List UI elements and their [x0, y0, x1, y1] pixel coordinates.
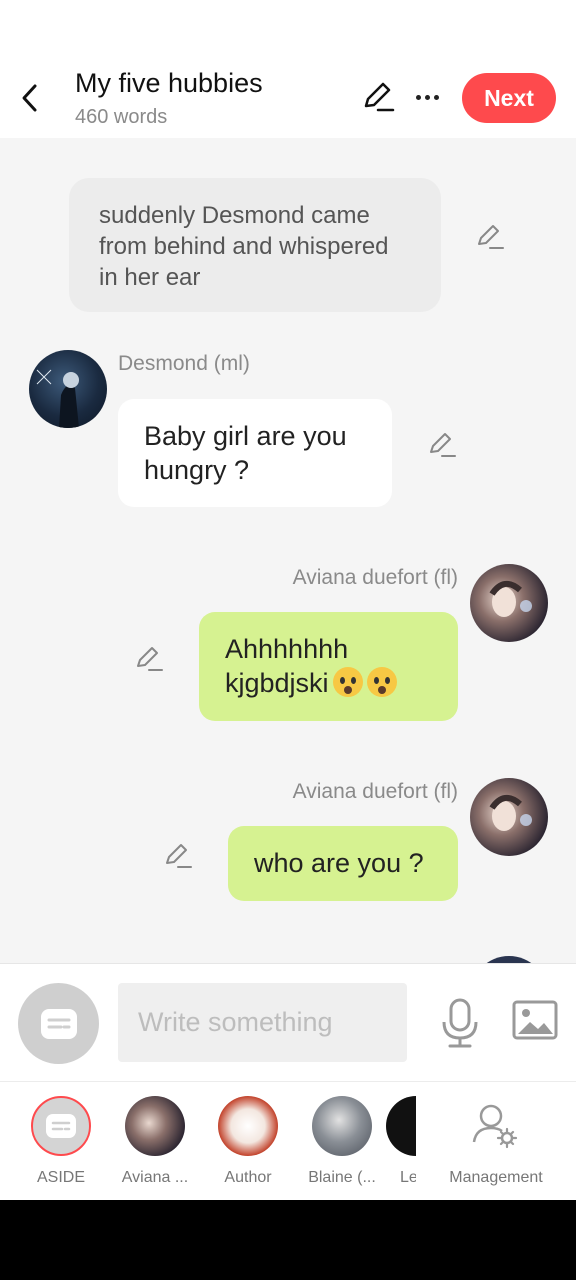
chat-area[interactable]: suddenly Desmond came from behind and wh…	[0, 138, 576, 963]
tab-label: Management	[449, 1169, 543, 1186]
aside-toggle-button[interactable]	[18, 983, 99, 1064]
story-title[interactable]: My five hubbies	[75, 68, 263, 99]
character-tab-bar: ASIDE Aviana ... Author Blaine (... Le M…	[0, 1081, 576, 1200]
avatar	[125, 1096, 185, 1156]
message-input[interactable]: Write something	[118, 983, 407, 1062]
message-text: Ahhhhhhh kjgbdjski	[225, 634, 349, 698]
tab-aside[interactable]: ASIDE	[16, 1082, 106, 1200]
next-button[interactable]: Next	[462, 73, 556, 123]
management-icon	[466, 1096, 526, 1156]
status-bar	[0, 0, 576, 62]
tab-label: Le	[400, 1169, 416, 1186]
header: My five hubbies 460 words Next	[0, 62, 576, 138]
message-bubble[interactable]: who are you ?	[228, 826, 458, 901]
avatar	[218, 1096, 278, 1156]
back-button[interactable]	[14, 80, 46, 116]
composer: Write something	[0, 963, 576, 1081]
tab-partial[interactable]: Le	[380, 1082, 416, 1200]
tab-management[interactable]: Management	[446, 1082, 546, 1200]
aside-icon	[31, 1096, 91, 1156]
face-screaming-emoji-icon	[332, 667, 363, 697]
message-bubble[interactable]: Ahhhhhhh kjgbdjski	[199, 612, 458, 721]
edit-message-icon[interactable]	[427, 429, 457, 459]
microphone-button[interactable]	[438, 998, 482, 1048]
avatar-partial[interactable]	[470, 956, 548, 963]
edit-message-icon[interactable]	[163, 840, 193, 870]
pencil-icon	[364, 82, 395, 112]
narration-bubble[interactable]: suddenly Desmond came from behind and wh…	[69, 178, 441, 312]
image-button[interactable]	[512, 1000, 558, 1044]
avatar-desmond[interactable]	[29, 350, 107, 428]
face-screaming-emoji-icon	[366, 667, 397, 697]
image-icon	[512, 1000, 558, 1040]
microphone-icon	[442, 998, 478, 1048]
tab-label: Aviana ...	[121, 1169, 189, 1186]
sender-name: Aviana duefort (fl)	[292, 780, 458, 803]
tab-label: ASIDE	[36, 1169, 85, 1186]
more-options-button[interactable]	[410, 80, 444, 114]
edit-narration-icon[interactable]	[475, 221, 505, 251]
sender-name: Aviana duefort (fl)	[292, 566, 458, 589]
tab-label: Blaine (...	[308, 1169, 376, 1186]
word-count: 460 words	[75, 106, 168, 128]
tab-blaine[interactable]: Blaine (...	[297, 1082, 387, 1200]
avatar	[312, 1096, 372, 1156]
avatar-aviana[interactable]	[470, 778, 548, 856]
edit-message-icon[interactable]	[134, 643, 164, 673]
edit-title-button[interactable]	[360, 78, 396, 114]
tab-label: Author	[224, 1169, 272, 1186]
avatar	[386, 1096, 416, 1156]
chevron-left-icon	[22, 84, 37, 112]
avatar-aviana[interactable]	[470, 564, 548, 642]
message-bubble[interactable]: Baby girl are you hungry ?	[118, 399, 392, 507]
sender-name: Desmond (ml)	[118, 352, 250, 375]
screen: My five hubbies 460 words Next suddenly …	[0, 0, 576, 1200]
tab-aviana[interactable]: Aviana ...	[110, 1082, 200, 1200]
tab-author[interactable]: Author	[203, 1082, 293, 1200]
chat-bubble-icon	[40, 1008, 77, 1039]
